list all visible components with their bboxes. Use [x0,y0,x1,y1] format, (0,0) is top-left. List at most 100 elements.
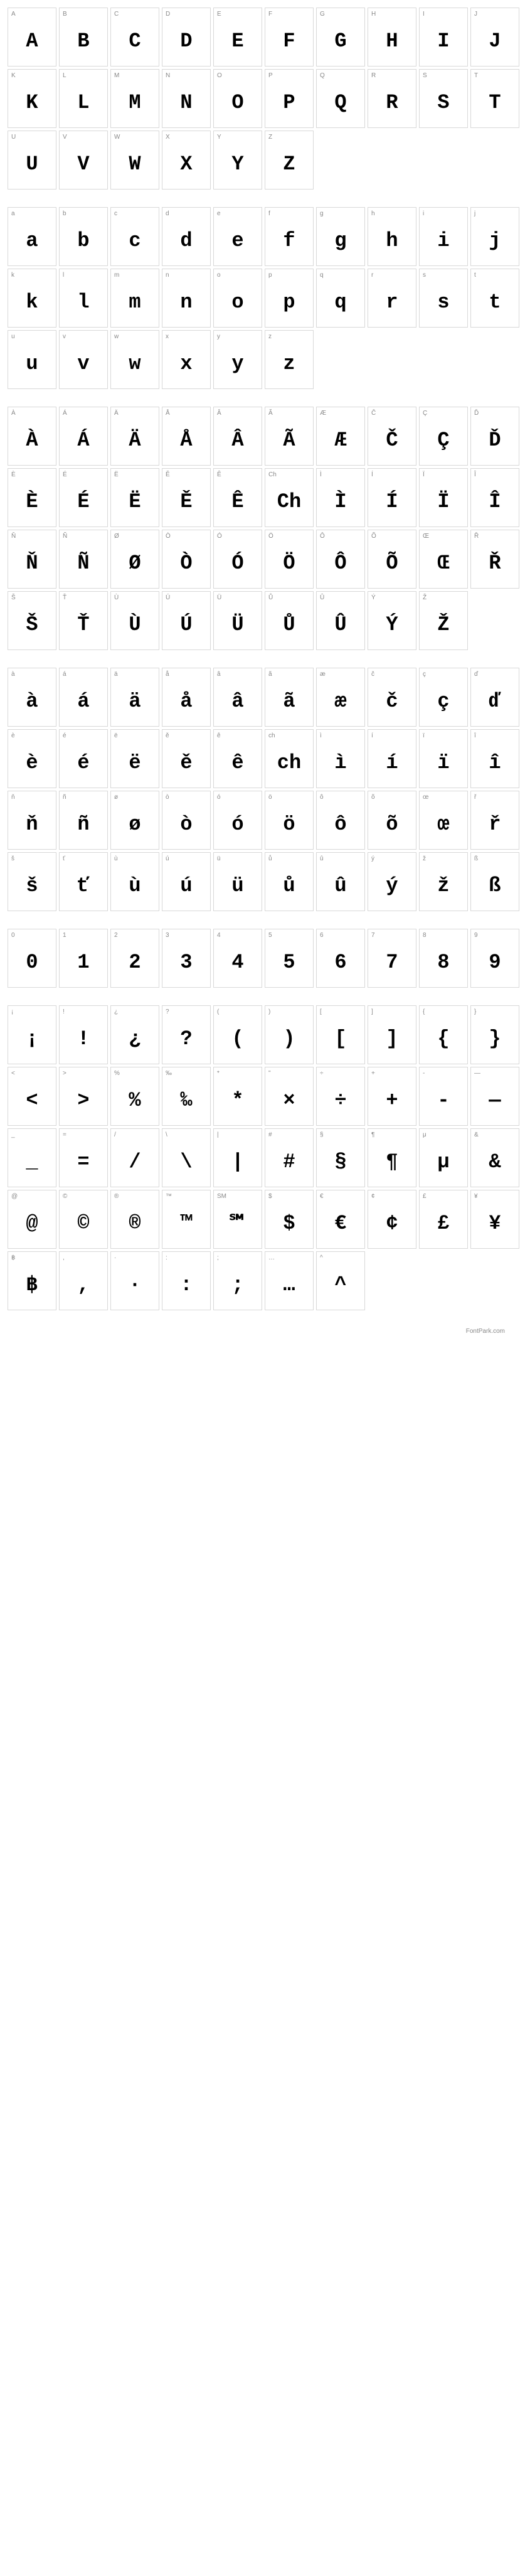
glyph-cell: >> [59,1067,108,1126]
glyph-display: ď [471,681,519,726]
glyph-cell: ÌÌ [316,468,365,527]
glyph-display: ñ [60,804,107,849]
glyph-label: 9 [471,929,519,942]
glyph-display: æ [317,681,364,726]
glyph-cell: ËË [110,468,159,527]
glyph-cell: ## [265,1128,314,1187]
glyph-label: \ [162,1129,210,1141]
glyph-label: 2 [111,929,159,942]
glyph-label: ô [317,791,364,804]
glyph-cell: ťť [59,852,108,911]
glyph-cell: ÙÙ [110,591,159,650]
glyph-display: ê [214,742,262,788]
glyph-display: [ [317,1018,364,1064]
glyph-cell: oo [213,269,262,328]
glyph-label: 4 [214,929,262,942]
glyph-label: L [60,70,107,82]
glyph-label: Ê [214,469,262,481]
glyph-display: å [162,681,210,726]
glyph-label: # [265,1129,313,1141]
glyph-cell: ÂÂ [213,407,262,466]
glyph-label: É [60,469,107,481]
glyph-cell: ¶¶ [368,1128,416,1187]
glyph-display: Å [162,420,210,465]
glyph-cell: ‰‰ [162,1067,211,1126]
glyph-cell: òò [162,791,211,850]
glyph-cell: ** [213,1067,262,1126]
glyph-cell: && [470,1128,519,1187]
glyph-label: $ [265,1190,313,1203]
glyph-label: @ [8,1190,56,1203]
glyph-label: R [368,70,416,82]
glyph-label: = [60,1129,107,1141]
glyph-label: Ù [111,592,159,604]
glyph-label: Z [265,131,313,144]
glyph-display: e [214,220,262,265]
glyph-label: ‰ [162,1067,210,1080]
glyph-label: á [60,668,107,681]
glyph-display: r [368,282,416,327]
glyph-display: Č [368,420,416,465]
glyph-label: e [214,208,262,220]
glyph-label: ã [265,668,313,681]
glyph-cell: gg [316,207,365,266]
glyph-display: μ [420,1141,467,1187]
glyph-display: Ç [420,420,467,465]
glyph-cell: SS [419,69,468,128]
glyph-label: ™ [162,1190,210,1203]
glyph-cell: ÛÛ [316,591,365,650]
glyph-display: Ô [317,543,364,588]
glyph-cell: 22 [110,929,159,988]
glyph-display: U [8,144,56,189]
glyph-label: O [214,70,262,82]
glyph-cell: 77 [368,929,416,988]
glyph-display: š [8,865,56,911]
glyph-display: j [471,220,519,265]
glyph-label: Ï [420,469,467,481]
glyph-display: — [471,1080,519,1125]
glyph-cell: ÏÏ [419,468,468,527]
glyph-display: ň [8,804,56,849]
glyph-label: S [420,70,467,82]
glyph-label: D [162,8,210,21]
glyph-label: 8 [420,929,467,942]
glyph-label: } [471,1006,519,1018]
glyph-label: ^ [317,1252,364,1264]
glyph-display: m [111,282,159,327]
glyph-label: ) [265,1006,313,1018]
glyph-label: Y [214,131,262,144]
glyph-label: ň [8,791,56,804]
glyph-label: 6 [317,929,364,942]
glyph-cell: řř [470,791,519,850]
glyph-cell: —— [470,1067,519,1126]
glyph-display: ™ [162,1203,210,1248]
glyph-display: × [265,1080,313,1125]
glyph-display: ž [420,865,467,911]
glyph-display: 1 [60,942,107,987]
glyph-display: É [60,481,107,526]
glyph-cell: ëë [110,729,159,788]
glyph-display: 6 [317,942,364,987]
glyph-label: ò [162,791,210,804]
glyph-display: Õ [368,543,416,588]
glyph-cell: ěě [162,729,211,788]
glyph-label: š [8,853,56,865]
glyph-display: t [471,282,519,327]
glyph-label: … [265,1252,313,1264]
glyph-label: ¡ [8,1006,56,1018]
glyph-cell: ÑÑ [59,530,108,589]
glyph-cell: §§ [316,1128,365,1187]
glyph-label: E [214,8,262,21]
glyph-label: v [60,331,107,343]
glyph-cell: ÃÃ [265,407,314,466]
glyph-cell: ňň [8,791,56,850]
glyph-cell: šš [8,852,56,911]
glyph-cell: MM [110,69,159,128]
glyph-label: õ [368,791,416,804]
glyph-display: # [265,1141,313,1187]
glyph-label: % [111,1067,159,1080]
glyph-display: L [60,82,107,127]
glyph-display: Œ [420,543,467,588]
glyph-cell: ff [265,207,314,266]
glyph-label: Æ [317,407,364,420]
